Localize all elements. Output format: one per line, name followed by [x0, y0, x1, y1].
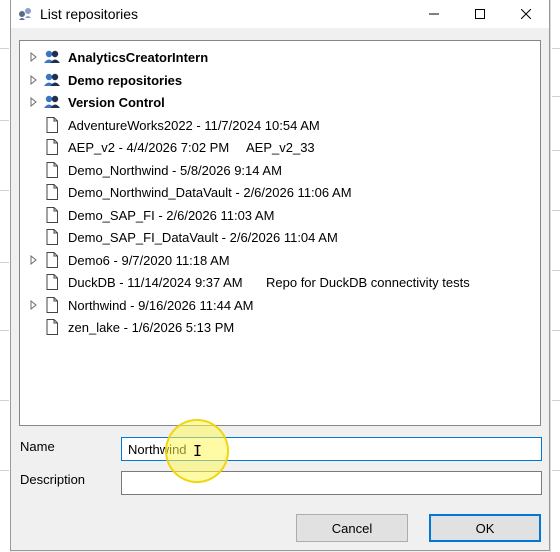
repository-row[interactable]: Demo_SAP_FI - 2/6/2026 11:03 AM [20, 204, 540, 226]
expand-arrow-icon[interactable] [29, 52, 38, 62]
repository-row[interactable]: Demo6 - 9/7/2020 11:18 AM [20, 249, 540, 271]
description-label: Description [20, 472, 86, 487]
expand-arrow-icon[interactable] [29, 254, 38, 265]
repository-label: AnalyticsCreatorIntern [68, 50, 209, 65]
minimize-button[interactable] [411, 0, 457, 28]
expand-arrow-icon[interactable] [29, 97, 38, 107]
expand-arrow-icon[interactable] [29, 74, 38, 85]
document-icon [46, 206, 58, 223]
users-group-icon [44, 95, 60, 108]
repository-row[interactable]: Demo_Northwind_DataVault - 2/6/2026 11:0… [20, 181, 540, 203]
users-group-icon [44, 73, 60, 86]
repository-label: Demo_Northwind - 5/8/2026 9:14 AM [68, 162, 282, 178]
repository-label: Demo repositories [68, 72, 183, 88]
repository-row[interactable]: Version Control [20, 91, 540, 113]
document-icon [46, 319, 58, 335]
repository-label: Northwind - 9/16/2026 11:44 AM [68, 297, 254, 313]
document-icon [46, 139, 58, 155]
repository-label: AdventureWorks2022 - 11/7/2024 10:54 AM [68, 117, 320, 133]
repository-row[interactable]: DuckDB - 11/14/2024 9:37 AM Repo for Duck… [20, 271, 540, 293]
repository-label: Demo_Northwind_DataVault - 2/6/2026 11:0… [68, 185, 352, 200]
users-group-icon [44, 50, 60, 63]
repository-row[interactable]: Demo_Northwind - 5/8/2026 9:14 AM [20, 159, 540, 181]
title-bar: List repositories [11, 0, 549, 28]
repository-label: DuckDB - 11/14/2024 9:37 AM [68, 275, 243, 290]
document-icon [46, 161, 58, 178]
close-icon [521, 9, 531, 19]
repository-label: zen_lake - 1/6/2026 5:13 PM [68, 320, 235, 335]
document-icon [46, 116, 58, 133]
cancel-button[interactable]: Cancel [296, 514, 408, 542]
document-icon [46, 296, 58, 313]
repository-row[interactable]: zen_lake - 1/6/2026 5:13 PM [20, 316, 540, 338]
maximize-button[interactable] [457, 0, 503, 28]
maximize-icon [475, 9, 485, 19]
list-repositories-dialog: List repositories AnalyticsCreatorIntern… [10, 0, 550, 551]
description-input[interactable] [121, 471, 542, 495]
document-icon [46, 251, 58, 268]
repository-label: Demo6 - 9/7/2020 11:18 AM [68, 252, 230, 268]
close-button[interactable] [503, 0, 549, 28]
repository-row[interactable]: Demo repositories [20, 69, 540, 91]
repository-row[interactable]: AnalyticsCreatorIntern [20, 46, 540, 68]
ok-button[interactable]: OK [429, 514, 541, 542]
name-input[interactable] [121, 437, 542, 461]
repository-row[interactable]: AEP_v2 - 4/4/2026 7:02 PM AEP_v2_33 [20, 136, 540, 158]
name-label: Name [20, 439, 55, 454]
background-app-right [550, 0, 560, 552]
repository-label: AEP_v2 - 4/4/2026 7:02 PM [68, 140, 230, 155]
repository-label: Demo_SAP_FI_DataVault - 2/6/2026 11:04 A… [68, 230, 338, 245]
repository-description: AEP_v2_33 [246, 140, 315, 155]
app-icon [19, 8, 31, 20]
document-icon [46, 184, 58, 200]
window-title: List repositories [40, 6, 139, 22]
repository-row[interactable]: AdventureWorks2022 - 11/7/2024 10:54 AM [20, 114, 540, 136]
repository-row[interactable]: Northwind - 9/16/2026 11:44 AM [20, 294, 540, 316]
repository-label: Demo_SAP_FI - 2/6/2026 11:03 AM [68, 207, 275, 223]
repository-row[interactable]: Demo_SAP_FI_DataVault - 2/6/2026 11:04 A… [20, 226, 540, 248]
text-cursor-icon: I [193, 442, 203, 460]
repository-tree[interactable]: AnalyticsCreatorIntern Demo repositories V… [19, 40, 541, 426]
expand-arrow-icon[interactable] [29, 299, 38, 310]
minimize-icon [429, 13, 439, 15]
repository-label: Version Control [68, 95, 165, 110]
repository-description: Repo for DuckDB connectivity tests [266, 275, 470, 290]
document-icon [46, 229, 58, 245]
document-icon [46, 274, 58, 290]
